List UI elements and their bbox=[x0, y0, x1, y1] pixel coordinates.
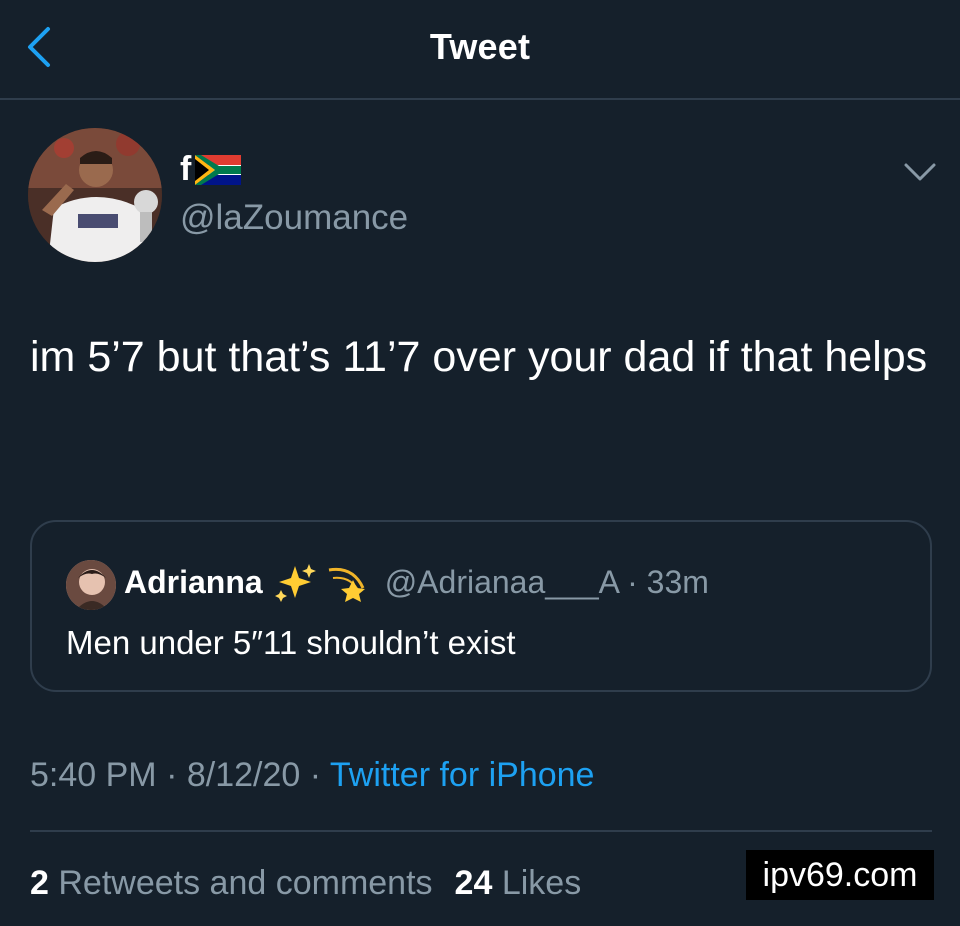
quoted-header: Adrianna @Adrianaa___A · 33m bbox=[124, 562, 709, 602]
author-avatar[interactable] bbox=[28, 128, 162, 262]
top-bar: Tweet bbox=[0, 0, 960, 100]
meta-separator: · bbox=[300, 756, 330, 794]
avatar-photo bbox=[28, 128, 162, 262]
retweets-count: 2 bbox=[30, 864, 49, 902]
author-display-name: f bbox=[180, 150, 192, 188]
tweet-menu-button[interactable] bbox=[898, 154, 942, 190]
quoted-handle-time: @Adrianaa___A · 33m bbox=[384, 563, 709, 600]
quoted-tweet-card[interactable]: Adrianna @Adrianaa___A · 33m Men under 5… bbox=[30, 520, 932, 692]
quoted-emoji bbox=[273, 562, 371, 602]
south-africa-flag-icon bbox=[195, 154, 242, 185]
chevron-down-icon bbox=[904, 163, 936, 181]
retweets-label: Retweets and comments bbox=[58, 864, 433, 902]
watermark: ipv69.com bbox=[746, 850, 934, 900]
tweet-source-link[interactable]: Twitter for iPhone bbox=[330, 756, 595, 794]
author-handle[interactable]: @laZoumance bbox=[180, 198, 408, 238]
quoted-tweet-text: Men under 5″11 shouldn’t exist bbox=[66, 624, 516, 661]
meta-separator: · bbox=[156, 756, 187, 794]
page-title: Tweet bbox=[429, 26, 531, 67]
likes-count: 24 bbox=[454, 864, 493, 902]
quoted-avatar-photo bbox=[66, 560, 116, 610]
tweet-text: im 5’7 but that’s 11’7 over your dad if … bbox=[30, 333, 928, 381]
sparkles-icon bbox=[274, 564, 316, 602]
tweet-date: 8/12/20 bbox=[186, 756, 301, 794]
tweet-time: 5:40 PM bbox=[30, 756, 157, 794]
quoted-avatar bbox=[66, 560, 116, 610]
dizzy-star-icon bbox=[328, 567, 365, 602]
divider bbox=[30, 830, 932, 832]
likes-label: Likes bbox=[501, 864, 582, 902]
tweet-stats: 2 Retweets and comments 24 Likes bbox=[30, 864, 581, 903]
tweet-detail-screen: Tweet f @laZoumance im 5’7 but that’s 11… bbox=[0, 0, 960, 926]
quoted-display-name: Adrianna bbox=[124, 563, 263, 600]
likes-stat[interactable]: 24 Likes bbox=[455, 864, 582, 902]
tweet-meta: 5:40 PM · 8/12/20 · Twitter for iPhone bbox=[30, 756, 594, 795]
author-name[interactable]: f bbox=[180, 150, 242, 189]
retweets-stat[interactable]: 2 Retweets and comments bbox=[30, 864, 433, 902]
